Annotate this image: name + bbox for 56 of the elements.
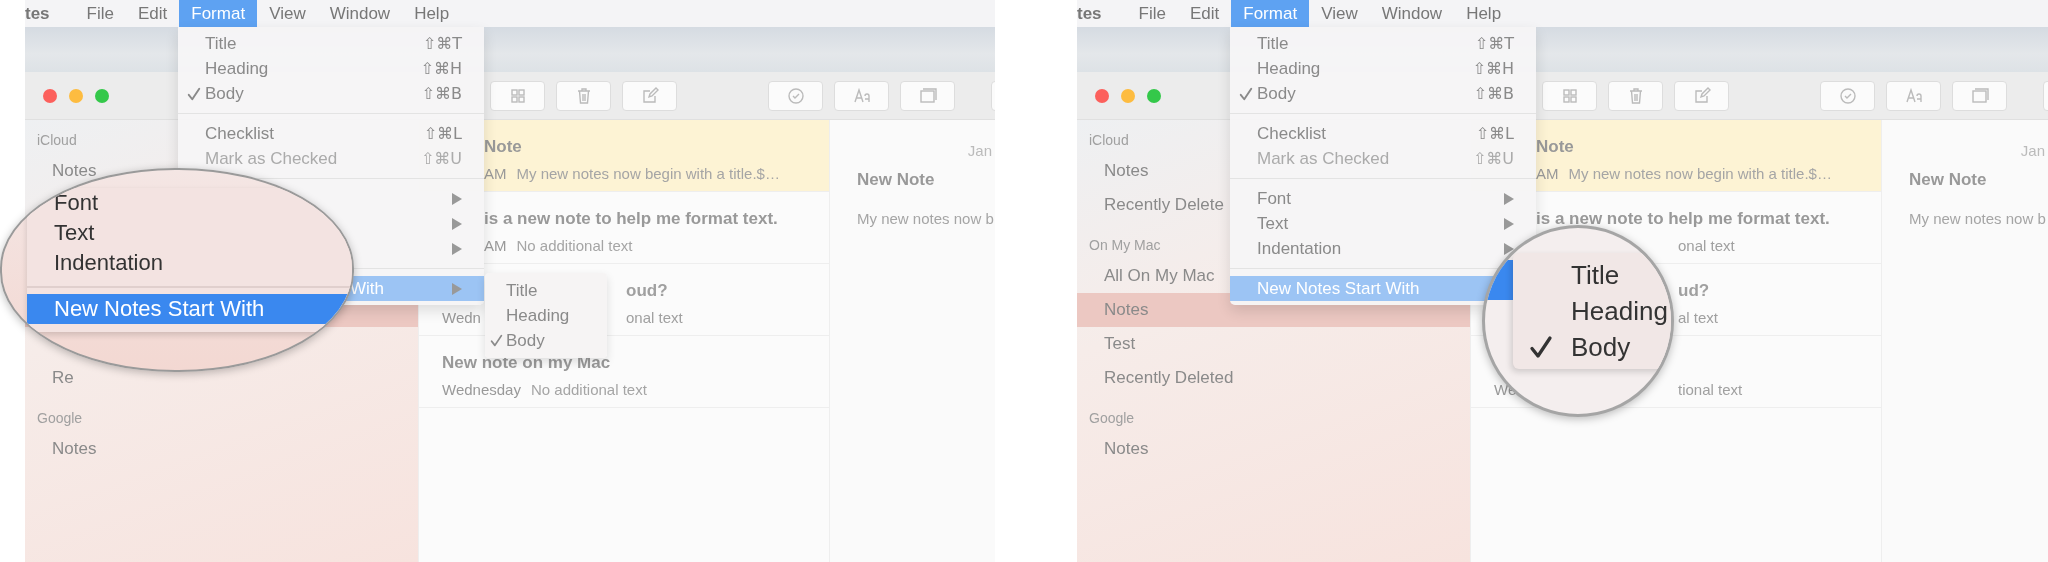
note-preview: No additional text — [516, 236, 633, 254]
note-title: Note — [484, 137, 522, 157]
menu-bar-item[interactable]: File — [74, 0, 126, 27]
submenu-item[interactable]: Title — [485, 278, 607, 303]
note-body: My new notes now b — [857, 210, 995, 227]
note-title: Note — [1536, 137, 1574, 157]
sidebar-item[interactable]: Notes — [1077, 432, 1470, 466]
note-preview: My new notes now begin with a title.$… — [1568, 164, 1832, 182]
note-preview: al text — [1678, 308, 1719, 326]
menu-bar-item[interactable]: File — [1126, 0, 1178, 27]
menu-bar-item[interactable]: Help — [402, 0, 462, 27]
note-time: AM — [484, 236, 507, 254]
sidebar-item[interactable]: Notes — [25, 432, 418, 466]
menu-bar-item[interactable]: Help — [1454, 0, 1514, 27]
note-preview: onal text — [626, 308, 683, 326]
menu-item[interactable]: Title ⇧⌘T — [178, 31, 484, 56]
note-title: ud? — [1678, 281, 1710, 301]
menu-item[interactable]: Body ⇧⌘B — [178, 81, 484, 106]
note-preview: onal text — [1678, 236, 1735, 254]
note-heading: New Note — [857, 170, 936, 190]
sidebar-item[interactable]: Test — [1077, 327, 1470, 361]
menu-bar-item[interactable]: Window — [317, 0, 403, 27]
menu-bar-item[interactable]: Window — [1369, 0, 1455, 27]
note-title: is a new note to help me format text. — [1536, 209, 1830, 229]
menu-bar-item[interactable]: Format — [1231, 0, 1310, 27]
sidebar-section-title: iCloud — [1089, 132, 1129, 148]
menu-bar-item[interactable]: Format — [179, 0, 258, 27]
submenu-item[interactable]: Heading — [485, 303, 607, 328]
menu-bar-item[interactable]: tes — [25, 0, 75, 27]
menu-bar-item[interactable]: Edit — [126, 0, 180, 27]
menu-item[interactable]: Heading ⇧⌘H — [1230, 56, 1536, 81]
note-time: AM — [1536, 164, 1559, 182]
note-preview: No additional text — [530, 380, 647, 398]
note-heading: New Note — [1909, 170, 1988, 190]
menu-item[interactable]: Title ⇧⌘T — [1230, 31, 1536, 56]
note-date: Jan — [2020, 142, 2045, 159]
menu-bar-item[interactable]: View — [1309, 0, 1370, 27]
menu-item[interactable]: Body ⇧⌘B — [1230, 81, 1536, 106]
note-date: Jan — [967, 142, 992, 159]
note-time: Wedn — [442, 308, 481, 326]
sidebar-section-title: Google — [1089, 410, 1135, 426]
menu-bar-item[interactable]: tes — [1077, 0, 1127, 27]
note-preview: My new notes now begin with a title.$… — [516, 164, 780, 182]
note-title: oud? — [626, 281, 668, 301]
sidebar-section-title: Google — [37, 410, 83, 426]
menu-bar-item[interactable]: View — [257, 0, 318, 27]
note-time: Wednesday — [442, 380, 521, 398]
sidebar-item[interactable]: Recently Deleted — [1077, 361, 1470, 395]
menu-item[interactable]: Heading ⇧⌘H — [178, 56, 484, 81]
sidebar-section-title: On My Mac — [1089, 237, 1161, 253]
note-preview: tional text — [1678, 380, 1743, 398]
note-title: is a new note to help me format text. — [484, 209, 778, 229]
menu-bar-item[interactable]: Edit — [1178, 0, 1232, 27]
note-body: My new notes now b — [1909, 210, 2047, 227]
sidebar-section-title: iCloud — [37, 132, 77, 148]
note-time: AM — [484, 164, 507, 182]
